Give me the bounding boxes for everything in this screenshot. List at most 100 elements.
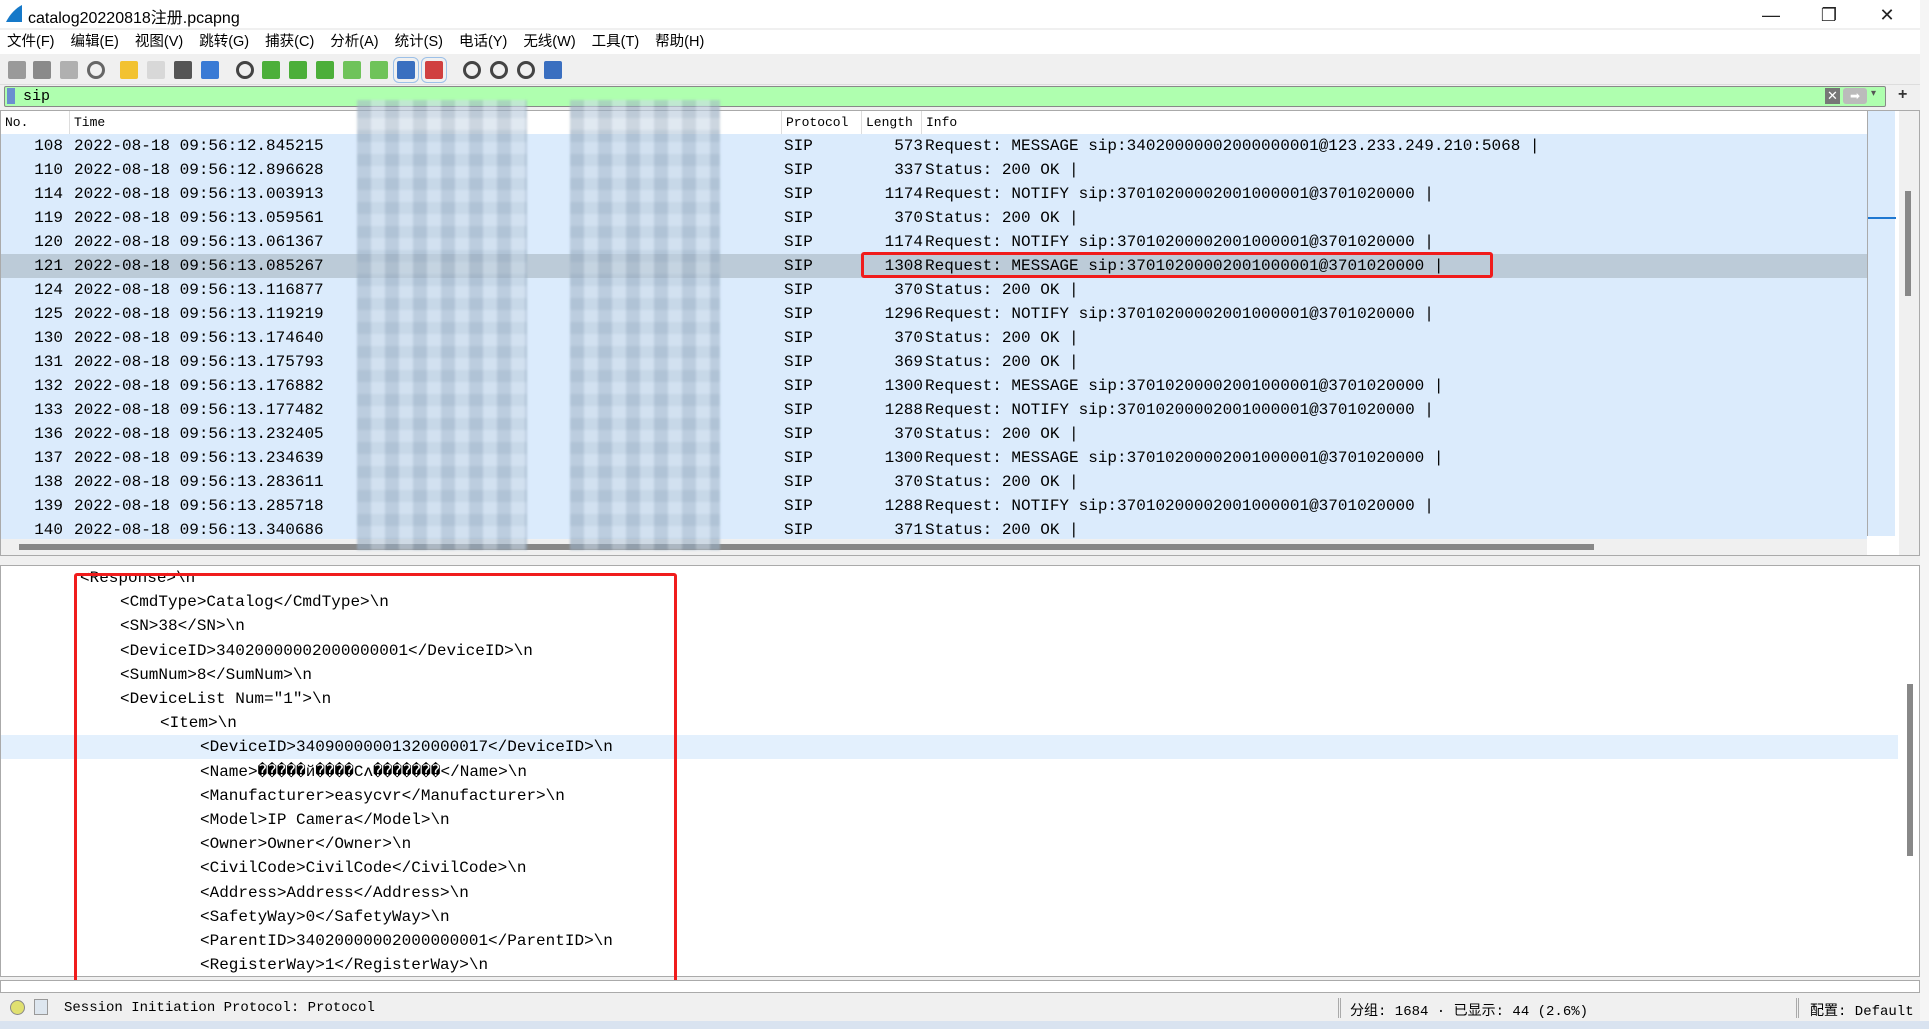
- zoom-in-icon[interactable]: [463, 61, 481, 79]
- packet-row[interactable]: 124 2022-08-18 09:56:13.116877 SIP 370 Statu…: [1, 278, 1867, 302]
- details-vertical-scrollbar[interactable]: [1901, 566, 1919, 976]
- packet-minimap[interactable]: [1867, 111, 1896, 536]
- find-packet-icon[interactable]: [236, 61, 254, 79]
- packet-time: 2022-08-18 09:56:13.116877: [74, 281, 324, 299]
- packet-row[interactable]: 125 2022-08-18 09:56:13.119219 SIP 1296 Requ…: [1, 302, 1867, 326]
- packet-time: 2022-08-18 09:56:13.177482: [74, 401, 324, 419]
- packet-length: 337: [894, 161, 923, 179]
- menu-item[interactable]: 跳转(G): [199, 30, 249, 54]
- packet-row[interactable]: 139 2022-08-18 09:56:13.285718 SIP 1288 Requ…: [1, 494, 1867, 518]
- clear-filter-button[interactable]: ✕: [1825, 88, 1840, 104]
- minimize-button[interactable]: —: [1748, 2, 1794, 28]
- packet-no: 136: [34, 425, 63, 443]
- packet-length: 1288: [884, 401, 923, 419]
- packet-list-vertical-scrollbar[interactable]: [1899, 111, 1919, 555]
- colorize-icon[interactable]: [421, 57, 447, 83]
- capture-comment-icon[interactable]: [34, 999, 48, 1015]
- menu-bar: 文件(F) 编辑(E) 视图(V) 跳转(G) 捕获(C) 分析(A) 统计(S) 电话(Y)…: [0, 30, 1920, 54]
- bookmark-icon[interactable]: [7, 88, 15, 104]
- column-header-time[interactable]: Time: [74, 115, 105, 130]
- packet-info: Request: NOTIFY sip:37010200002001000001…: [925, 401, 1434, 419]
- packet-row[interactable]: 136 2022-08-18 09:56:13.232405 SIP 370 Statu…: [1, 422, 1867, 446]
- capture-options-icon[interactable]: [87, 61, 105, 79]
- menu-item[interactable]: 捕获(C): [265, 30, 314, 54]
- open-file-icon[interactable]: [120, 61, 138, 79]
- packet-row[interactable]: 133 2022-08-18 09:56:13.177482 SIP 1288 Requ…: [1, 398, 1867, 422]
- packet-list-horizontal-scrollbar[interactable]: [1, 539, 1867, 555]
- go-last-icon[interactable]: [370, 61, 388, 79]
- packet-row[interactable]: 108 2022-08-18 09:56:12.845215 SIP 573 Reque…: [1, 134, 1867, 158]
- packet-row[interactable]: 114 2022-08-18 09:56:13.003913 SIP 1174 Requ…: [1, 182, 1867, 206]
- menu-item[interactable]: 工具(T): [592, 30, 640, 54]
- highlight-annotation-box: [861, 252, 1493, 278]
- packet-row[interactable]: 131 2022-08-18 09:56:13.175793 SIP 369 Statu…: [1, 350, 1867, 374]
- status-bar: Session Initiation Protocol: Protocol 分组…: [0, 995, 1920, 1021]
- menu-item[interactable]: 编辑(E): [71, 30, 119, 54]
- packet-time: 2022-08-18 09:56:12.896628: [74, 161, 324, 179]
- packet-protocol: SIP: [784, 401, 813, 419]
- go-forward-icon[interactable]: [289, 61, 307, 79]
- packet-row[interactable]: 138 2022-08-18 09:56:13.283611 SIP 370 Statu…: [1, 470, 1867, 494]
- packet-protocol: SIP: [784, 161, 813, 179]
- go-to-packet-icon[interactable]: [316, 61, 334, 79]
- packet-row[interactable]: 132 2022-08-18 09:56:13.176882 SIP 1300 Requ…: [1, 374, 1867, 398]
- scrollbar-thumb[interactable]: [1905, 191, 1911, 296]
- scrollbar-thumb[interactable]: [19, 544, 1594, 550]
- packet-length: 370: [894, 281, 923, 299]
- zoom-out-icon[interactable]: [490, 61, 508, 79]
- redacted-source-address: [357, 100, 527, 550]
- packet-time: 2022-08-18 09:56:13.234639: [74, 449, 324, 467]
- column-header-length[interactable]: Length: [866, 115, 913, 130]
- packet-row[interactable]: 110 2022-08-18 09:56:12.896628 SIP 337 Statu…: [1, 158, 1867, 182]
- zoom-reset-icon[interactable]: [517, 61, 535, 79]
- menu-item[interactable]: 分析(A): [330, 30, 378, 54]
- taskbar-edge: [0, 1021, 1929, 1029]
- restore-button[interactable]: ❐: [1806, 2, 1852, 28]
- packet-protocol: SIP: [784, 377, 813, 395]
- resize-columns-icon[interactable]: [544, 61, 562, 79]
- menu-item[interactable]: 帮助(H): [655, 30, 704, 54]
- reload-icon[interactable]: [201, 61, 219, 79]
- filter-history-dropdown[interactable]: ▾: [1871, 88, 1876, 99]
- display-filter-input[interactable]: sip: [23, 88, 50, 105]
- menu-item[interactable]: 统计(S): [395, 30, 443, 54]
- column-header-info[interactable]: Info: [926, 115, 957, 130]
- menu-item[interactable]: 电话(Y): [459, 30, 507, 54]
- apply-filter-button[interactable]: ➡: [1843, 88, 1867, 104]
- packet-info: Request: NOTIFY sip:37010200002001000001…: [925, 185, 1434, 203]
- display-filter-bar[interactable]: sip ✕ ➡ ▾: [4, 86, 1886, 107]
- packet-row[interactable]: 130 2022-08-18 09:56:13.174640 SIP 370 Statu…: [1, 326, 1867, 350]
- packet-no: 110: [34, 161, 63, 179]
- menu-item[interactable]: 视图(V): [135, 30, 183, 54]
- packet-no: 124: [34, 281, 63, 299]
- packet-time: 2022-08-18 09:56:13.175793: [74, 353, 324, 371]
- start-capture-icon[interactable]: [8, 61, 26, 79]
- packet-row[interactable]: 137 2022-08-18 09:56:13.234639 SIP 1300 Requ…: [1, 446, 1867, 470]
- go-back-icon[interactable]: [262, 61, 280, 79]
- restart-capture-icon[interactable]: [60, 61, 78, 79]
- menu-item[interactable]: 文件(F): [7, 30, 55, 54]
- packet-row[interactable]: 119 2022-08-18 09:56:13.059561 SIP 370 Statu…: [1, 206, 1867, 230]
- expert-info-led-icon[interactable]: [10, 1000, 25, 1015]
- close-file-icon[interactable]: [174, 61, 192, 79]
- go-first-icon[interactable]: [343, 61, 361, 79]
- profile-selector[interactable]: 配置: Default: [1810, 1000, 1914, 1020]
- column-header-no[interactable]: No.: [5, 115, 28, 130]
- window-title: catalog20220818注册.pcapng: [28, 10, 240, 27]
- menu-item[interactable]: 无线(W): [523, 30, 575, 54]
- add-filter-button[interactable]: +: [1898, 86, 1907, 104]
- packet-row[interactable]: 120 2022-08-18 09:56:13.061367 SIP 1174 Requ…: [1, 230, 1867, 254]
- packet-time: 2022-08-18 09:56:13.174640: [74, 329, 324, 347]
- packet-length: 370: [894, 473, 923, 491]
- autoscroll-icon[interactable]: [393, 57, 419, 83]
- close-button[interactable]: ✕: [1864, 2, 1910, 28]
- packet-no: 133: [34, 401, 63, 419]
- packet-time: 2022-08-18 09:56:13.119219: [74, 305, 324, 323]
- stop-capture-icon[interactable]: [33, 61, 51, 79]
- packet-protocol: SIP: [784, 281, 813, 299]
- packet-length: 1300: [884, 377, 923, 395]
- packet-length: 573: [894, 137, 923, 155]
- save-file-icon[interactable]: [147, 61, 165, 79]
- scrollbar-thumb[interactable]: [1907, 684, 1913, 856]
- column-header-protocol[interactable]: Protocol: [786, 115, 848, 130]
